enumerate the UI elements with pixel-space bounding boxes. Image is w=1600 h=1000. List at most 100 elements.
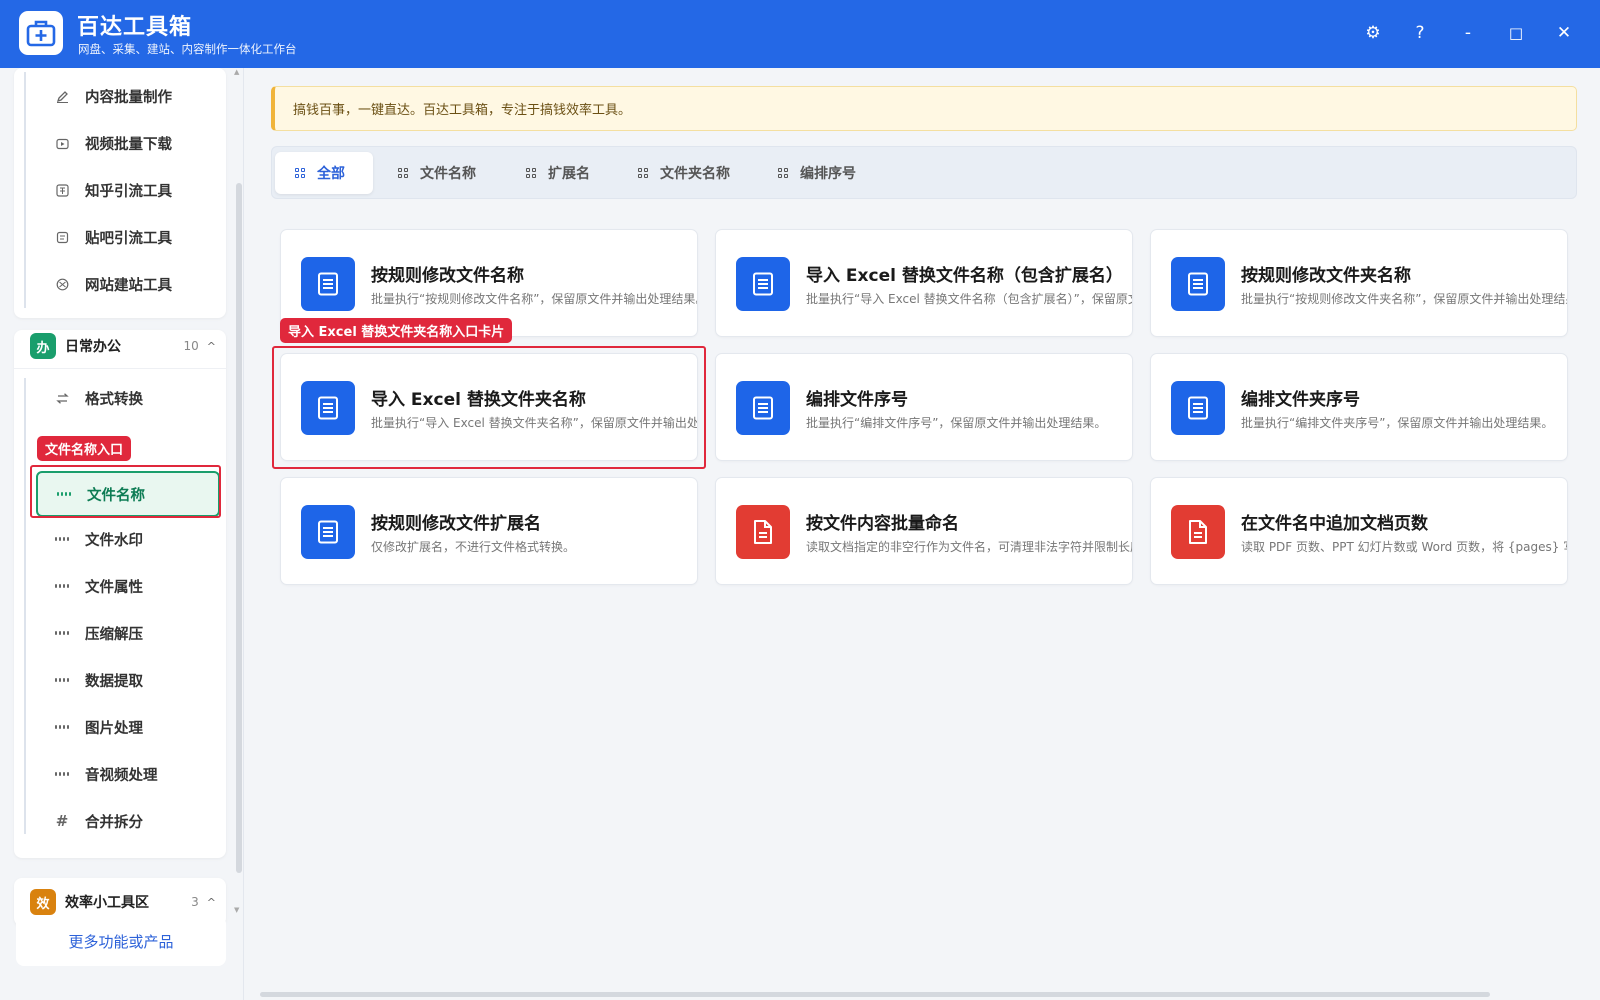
settings-icon[interactable]: ⚙ <box>1358 18 1388 48</box>
zhihu-icon <box>55 183 69 197</box>
sidebar-item-filename[interactable]: 文件名称 <box>36 471 220 517</box>
sidebar-item-label: 视频批量下载 <box>85 136 172 153</box>
document-icon <box>301 505 355 559</box>
grid-icon <box>55 720 69 734</box>
sidebar-item-label: 格式转换 <box>85 391 143 408</box>
sidebar-item-file-attributes[interactable]: 文件属性 <box>36 566 220 606</box>
document-icon <box>736 381 790 435</box>
sidebar-item-media-process[interactable]: 音视频处理 <box>36 754 220 794</box>
sidebar-item-merge-split[interactable]: # 合并拆分 <box>36 801 220 841</box>
tab-label: 全部 <box>317 166 345 182</box>
card-title: 编排文件序号 <box>806 390 908 410</box>
sidebar-item-label: 图片处理 <box>85 720 143 737</box>
file-icon <box>1171 505 1225 559</box>
file-icon <box>736 505 790 559</box>
grid-icon <box>638 168 648 178</box>
pen-icon <box>55 89 69 103</box>
efficiency-badge: 效 <box>30 889 56 915</box>
help-icon[interactable]: ? <box>1405 18 1435 48</box>
grid-icon <box>57 487 71 501</box>
more-features-button[interactable]: 更多功能或产品 <box>16 916 226 966</box>
sidebar-item-content-batch[interactable]: 内容批量制作 <box>36 76 220 116</box>
tab-extension[interactable]: 扩展名 <box>506 152 610 194</box>
sidebar-item-label: 压缩解压 <box>85 626 143 643</box>
tab-folder-name[interactable]: 文件夹名称 <box>618 152 750 194</box>
card-title: 按文件内容批量命名 <box>806 514 959 534</box>
card-description: 读取文档指定的非空行作为文件名，可清理非法字符并限制长度； <box>806 540 1133 554</box>
sidebar-item-label: 知乎引流工具 <box>85 183 172 200</box>
sidebar-item-label: 贴吧引流工具 <box>85 230 172 247</box>
collapse-icon[interactable]: ^ <box>207 340 216 353</box>
card-title: 按规则修改文件名称 <box>371 266 524 286</box>
sidebar-item-label: 网站建站工具 <box>85 277 172 294</box>
tool-card[interactable]: 按规则修改文件扩展名 仅修改扩展名，不进行文件格式转换。 <box>280 477 698 585</box>
card-title: 导入 Excel 替换文件名称（包含扩展名） <box>806 266 1123 286</box>
tab-label: 编排序号 <box>800 166 856 182</box>
sidebar-item-watermark[interactable]: 文件水印 <box>36 519 220 559</box>
tool-card[interactable]: 按文件内容批量命名 读取文档指定的非空行作为文件名，可清理非法字符并限制长度； <box>715 477 1133 585</box>
scroll-down-arrow[interactable]: ▼ <box>234 906 239 914</box>
sidebar-item-label: 数据提取 <box>85 673 143 690</box>
document-icon <box>301 381 355 435</box>
tool-card-import-excel-folder[interactable]: 导入 Excel 替换文件夹名称 批量执行“导入 Excel 替换文件夹名称”，… <box>280 353 698 461</box>
card-description: 批量执行“编排文件序号”，保留原文件并输出处理结果。 <box>806 416 1107 430</box>
globe-icon <box>55 277 69 291</box>
sidebar-item-compress[interactable]: 压缩解压 <box>36 613 220 653</box>
sidebar: 内容批量制作 视频批量下载 知乎引流工具 贴吧引流工具 网站建站工具 办 日常办… <box>0 68 244 1000</box>
card-title: 编排文件夹序号 <box>1241 390 1360 410</box>
group-count: 10 <box>183 339 199 353</box>
sidebar-item-video-download[interactable]: 视频批量下载 <box>36 123 220 163</box>
hash-icon: # <box>55 812 69 830</box>
sidebar-item-label: 文件名称 <box>87 487 145 504</box>
sidebar-item-data-extract[interactable]: 数据提取 <box>36 660 220 700</box>
collapse-icon[interactable]: ^ <box>207 896 216 909</box>
tool-card[interactable]: 编排文件序号 批量执行“编排文件序号”，保留原文件并输出处理结果。 <box>715 353 1133 461</box>
tab-numbering[interactable]: 编排序号 <box>758 152 876 194</box>
tool-card[interactable]: 按规则修改文件夹名称 批量执行“按规则修改文件夹名称”，保留原文件并输出处理结果… <box>1150 229 1568 337</box>
video-icon <box>55 136 69 150</box>
card-description: 批量执行“导入 Excel 替换文件名称（包含扩展名）”，保留原文件 <box>806 292 1133 306</box>
tab-label: 文件名称 <box>420 166 476 182</box>
tab-all[interactable]: 全部 <box>275 152 373 194</box>
scroll-up-arrow[interactable]: ▲ <box>234 68 239 76</box>
card-title: 导入 Excel 替换文件夹名称 <box>371 390 586 410</box>
minimize-button[interactable]: - <box>1453 18 1483 48</box>
group-header-office[interactable]: 办 日常办公 10 ^ <box>14 323 226 369</box>
grid-icon <box>55 532 69 546</box>
maximize-button[interactable]: □ <box>1501 18 1531 48</box>
horizontal-scrollbar[interactable] <box>260 992 1490 997</box>
group-count: 3 <box>191 895 199 909</box>
app-title: 百达工具箱 <box>77 15 193 40</box>
close-button[interactable]: ✕ <box>1549 18 1579 48</box>
sidebar-scrollbar[interactable] <box>236 183 242 873</box>
card-description: 批量执行“编排文件夹序号”，保留原文件并输出处理结果。 <box>1241 416 1554 430</box>
tool-card[interactable]: 在文件名中追加文档页数 读取 PDF 页数、PPT 幻灯片数或 Word 页数，… <box>1150 477 1568 585</box>
sidebar-item-website[interactable]: 网站建站工具 <box>36 264 220 304</box>
grid-icon <box>55 579 69 593</box>
sidebar-item-format-convert[interactable]: 格式转换 <box>36 378 220 418</box>
tab-label: 扩展名 <box>548 166 590 182</box>
group-name: 效率小工具区 <box>65 895 149 911</box>
card-description: 仅修改扩展名，不进行文件格式转换。 <box>371 540 576 554</box>
document-icon <box>1171 257 1225 311</box>
card-description: 批量执行“按规则修改文件名称”，保留原文件并输出处理结果。 <box>371 292 698 306</box>
grid-icon <box>55 626 69 640</box>
grid-icon <box>55 767 69 781</box>
sidebar-item-image-process[interactable]: 图片处理 <box>36 707 220 747</box>
sidebar-item-zhihu[interactable]: 知乎引流工具 <box>36 170 220 210</box>
sidebar-item-tieba[interactable]: 贴吧引流工具 <box>36 217 220 257</box>
tool-card[interactable]: 导入 Excel 替换文件名称（包含扩展名） 批量执行“导入 Excel 替换文… <box>715 229 1133 337</box>
sidebar-item-label: 文件水印 <box>85 532 143 549</box>
annotation-tag-card: 导入 Excel 替换文件夹名称入口卡片 <box>280 318 513 343</box>
tab-filename[interactable]: 文件名称 <box>378 152 496 194</box>
card-title: 按规则修改文件扩展名 <box>371 514 541 534</box>
document-icon <box>736 257 790 311</box>
annotation-tag-sidebar: 文件名称入口 <box>37 436 132 461</box>
office-badge: 办 <box>30 333 56 359</box>
tool-card[interactable]: 编排文件夹序号 批量执行“编排文件夹序号”，保留原文件并输出处理结果。 <box>1150 353 1568 461</box>
card-description: 批量执行“导入 Excel 替换文件夹名称”，保留原文件并输出处理结 <box>371 416 698 430</box>
app-subtitle: 网盘、采集、建站、内容制作一体化工作台 <box>78 42 297 56</box>
tieba-icon <box>55 230 69 244</box>
sidebar-item-label: 合并拆分 <box>85 814 143 831</box>
group-name: 日常办公 <box>65 339 121 355</box>
